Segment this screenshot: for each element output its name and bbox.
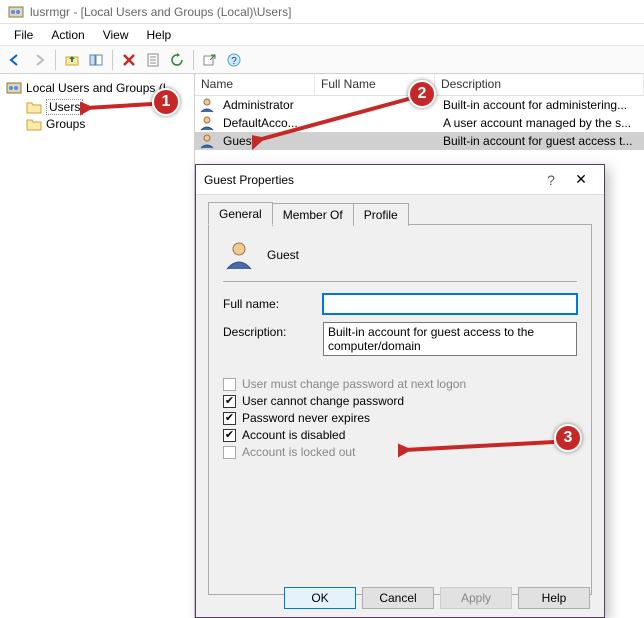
checkbox-icon: [223, 378, 236, 391]
user-icon: [199, 115, 215, 131]
label-fullname: Full name:: [223, 294, 323, 311]
cell-description: A user account managed by the s...: [437, 116, 644, 130]
back-button[interactable]: [4, 49, 26, 71]
svg-text:?: ?: [231, 56, 237, 67]
menu-help[interactable]: Help: [139, 26, 180, 44]
tab-member-of[interactable]: Member Of: [272, 203, 354, 226]
window-title: lusrmgr - [Local Users and Groups (Local…: [30, 5, 291, 19]
col-header-name[interactable]: Name: [195, 74, 315, 95]
help-button[interactable]: Help: [518, 587, 590, 609]
dialog-button-row: OK Cancel Apply Help: [196, 587, 604, 609]
checkbox-icon: [223, 446, 236, 459]
properties-button[interactable]: [142, 49, 164, 71]
checkbox-icon: [223, 429, 236, 442]
tree-pane: Local Users and Groups (L Users Groups: [0, 74, 195, 618]
up-folder-button[interactable]: [61, 49, 83, 71]
help-button[interactable]: ?: [223, 49, 245, 71]
export-button[interactable]: [199, 49, 221, 71]
tree-item-label: Groups: [46, 117, 85, 131]
cell-name: Guest: [217, 134, 317, 148]
annotation-1: 1: [152, 88, 180, 116]
checkbox-account-locked-out: Account is locked out: [223, 445, 577, 459]
properties-icon: [145, 52, 161, 68]
folder-up-icon: [64, 52, 80, 68]
app-icon: [8, 4, 24, 20]
menu-action[interactable]: Action: [43, 26, 92, 44]
dialog-help-icon[interactable]: ?: [536, 172, 566, 188]
apply-button[interactable]: Apply: [440, 587, 512, 609]
checkbox-label: User cannot change password: [242, 394, 404, 408]
menubar: File Action View Help: [0, 24, 644, 46]
list-row[interactable]: DefaultAcco... A user account managed by…: [195, 114, 644, 132]
menu-file[interactable]: File: [6, 26, 41, 44]
cell-description: Built-in account for administering...: [437, 98, 644, 112]
dialog-close-icon[interactable]: ✕: [566, 171, 596, 188]
user-icon: [199, 97, 215, 113]
user-large-icon: [223, 239, 255, 271]
checkbox-label: User must change password at next logon: [242, 377, 466, 391]
properties-dialog: Guest Properties ? ✕ General Member Of P…: [195, 164, 605, 618]
user-icon: [199, 133, 215, 149]
panes-icon: [88, 52, 104, 68]
cancel-button[interactable]: Cancel: [362, 587, 434, 609]
window-titlebar: lusrmgr - [Local Users and Groups (Local…: [0, 0, 644, 24]
col-header-description[interactable]: Description: [435, 74, 644, 95]
label-description: Description:: [223, 322, 323, 339]
annotation-3: 3: [554, 424, 582, 452]
input-description[interactable]: Built-in account for guest access to the…: [323, 322, 577, 356]
tree-item-label: Users: [46, 99, 83, 115]
checkbox-label: Password never expires: [242, 411, 370, 425]
refresh-icon: [169, 52, 185, 68]
cell-name: DefaultAcco...: [217, 116, 317, 130]
dialog-user-name: Guest: [267, 248, 299, 262]
cell-description: Built-in account for guest access t...: [437, 134, 644, 148]
forward-button[interactable]: [28, 49, 50, 71]
list-row-selected[interactable]: Guest Built-in account for guest access …: [195, 132, 644, 150]
annotation-2: 2: [408, 80, 436, 108]
show-hide-tree-button[interactable]: [85, 49, 107, 71]
checkbox-label: Account is locked out: [242, 445, 355, 459]
checkbox-password-never-expires[interactable]: Password never expires: [223, 411, 577, 425]
arrow-right-icon: [31, 52, 47, 68]
refresh-button[interactable]: [166, 49, 188, 71]
checkbox-account-disabled[interactable]: Account is disabled: [223, 428, 577, 442]
folder-icon: [26, 100, 42, 114]
dialog-tabs: General Member Of Profile: [208, 201, 592, 225]
menu-view[interactable]: View: [95, 26, 137, 44]
checkbox-icon: [223, 412, 236, 425]
checkbox-cannot-change-password[interactable]: User cannot change password: [223, 394, 577, 408]
export-icon: [202, 52, 218, 68]
delete-x-icon: [121, 52, 137, 68]
dialog-title: Guest Properties: [204, 173, 536, 187]
tab-general[interactable]: General: [208, 202, 273, 225]
console-root-icon: [6, 80, 22, 96]
toolbar: ?: [0, 46, 644, 74]
tab-panel-general: Guest Full name: Description: Built-in a…: [208, 225, 592, 595]
ok-button[interactable]: OK: [284, 587, 356, 609]
checkbox-must-change-password: User must change password at next logon: [223, 377, 577, 391]
tree-item-groups[interactable]: Groups: [4, 116, 194, 132]
tab-profile[interactable]: Profile: [353, 203, 409, 226]
dialog-titlebar[interactable]: Guest Properties ? ✕: [196, 165, 604, 195]
checkbox-label: Account is disabled: [242, 428, 345, 442]
separator: [223, 281, 577, 282]
input-fullname[interactable]: [323, 294, 577, 314]
help-icon: ?: [226, 52, 242, 68]
tree-root-label: Local Users and Groups (L: [26, 81, 169, 95]
delete-button[interactable]: [118, 49, 140, 71]
checkbox-icon: [223, 395, 236, 408]
folder-icon: [26, 117, 42, 131]
arrow-left-icon: [7, 52, 23, 68]
cell-name: Administrator: [217, 98, 317, 112]
